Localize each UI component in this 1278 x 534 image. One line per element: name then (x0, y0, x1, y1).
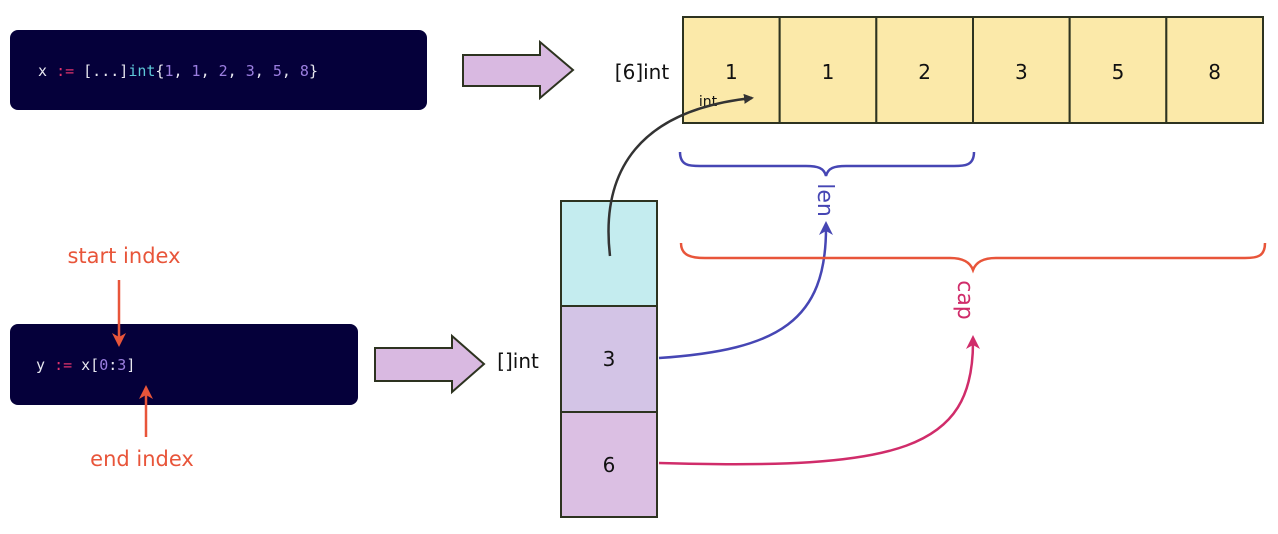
slice-diagram: x := [...]int{1, 1, 2, 3, 5, 8} y := x[0… (10, 16, 1267, 518)
len-label: len (812, 183, 837, 217)
slice-len-value: 3 (603, 347, 616, 371)
array-cells: 1 1 2 3 5 8 (682, 16, 1265, 124)
cap-label: cap (952, 280, 977, 320)
code-block-array: x := [...]int{1, 1, 2, 3, 5, 8} (10, 30, 427, 110)
array-cell-value: 2 (918, 60, 931, 84)
slice-cap-value: 6 (603, 453, 616, 477)
array-cell-value: 1 (725, 60, 738, 84)
len-brace (678, 151, 976, 177)
start-index-label: start index (67, 244, 180, 268)
cap-brace (679, 242, 1267, 274)
array-cell-value: 1 (822, 60, 835, 84)
len-arrow (658, 221, 833, 360)
end-index-label: end index (90, 447, 194, 471)
array-cell-value: 5 (1112, 60, 1125, 84)
code-line: y := x[0:3] (36, 356, 135, 374)
array-type-label: [6]int (615, 60, 670, 84)
array-cell-value: 3 (1015, 60, 1028, 84)
code-line: x := [...]int{1, 1, 2, 3, 5, 8} (38, 62, 318, 80)
array-cell-value: 8 (1208, 60, 1221, 84)
slice-type-label: []int (497, 349, 539, 373)
arrow-right-icon (462, 39, 575, 101)
code-block-slice: y := x[0:3] (10, 324, 358, 405)
arrow-right-icon (374, 333, 486, 395)
cap-arrow (658, 335, 980, 466)
